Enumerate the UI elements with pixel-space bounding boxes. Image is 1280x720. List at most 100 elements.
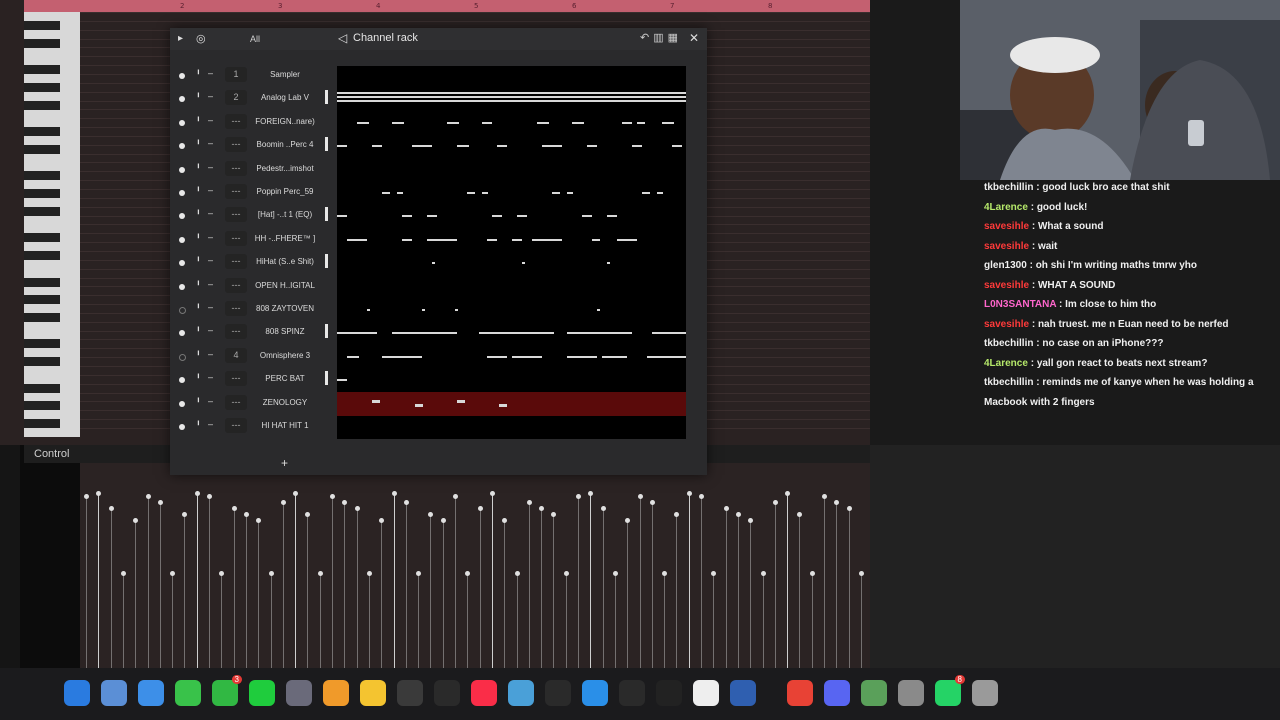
velocity-handle[interactable] xyxy=(342,500,348,505)
step-note[interactable] xyxy=(482,192,488,194)
step-note[interactable] xyxy=(607,215,617,218)
channel-mute-led[interactable] xyxy=(179,260,185,267)
velocity-bar[interactable] xyxy=(442,520,444,668)
velocity-bar[interactable] xyxy=(245,514,247,668)
channel-pan-knob[interactable]: – xyxy=(208,419,213,429)
channel-pan-knob[interactable]: – xyxy=(208,372,213,382)
channel-select-indicator[interactable] xyxy=(325,254,328,269)
channel-mute-led[interactable] xyxy=(179,400,185,407)
channel-row[interactable]: ╹ – --- [Hat] -..t 1 (EQ) xyxy=(170,204,330,227)
velocity-handle[interactable] xyxy=(243,512,249,517)
velocity-bar[interactable] xyxy=(787,493,789,668)
step-note[interactable] xyxy=(522,262,525,265)
step-note[interactable] xyxy=(617,238,637,241)
velocity-handle[interactable] xyxy=(330,494,335,499)
velocity-handle[interactable] xyxy=(625,518,631,523)
channel-mixer-track[interactable]: --- xyxy=(225,137,247,153)
velocity-handle[interactable] xyxy=(735,512,741,517)
velocity-bar[interactable] xyxy=(405,502,407,668)
velocity-bar[interactable] xyxy=(565,573,567,668)
velocity-handle[interactable] xyxy=(280,500,286,505)
velocity-handle[interactable] xyxy=(797,512,803,517)
velocity-handle[interactable] xyxy=(379,518,385,523)
channel-row[interactable]: ╹ – 4 Omnisphere 3 xyxy=(170,345,330,368)
velocity-bar[interactable] xyxy=(319,573,321,668)
channel-pan-knob[interactable]: – xyxy=(208,115,213,125)
black-key[interactable] xyxy=(24,250,60,260)
channel-pan-knob[interactable]: – xyxy=(208,279,213,289)
channel-name-button[interactable]: OPEN H..IGITAL xyxy=(248,278,322,294)
step-note[interactable] xyxy=(492,215,502,218)
channel-mute-led[interactable] xyxy=(179,73,185,79)
chat-username[interactable]: tkbechillin xyxy=(984,377,1033,388)
channel-volume-knob[interactable]: ╹ xyxy=(196,327,201,336)
black-key[interactable] xyxy=(24,65,60,75)
velocity-handle[interactable] xyxy=(502,518,508,523)
channel-name-button[interactable]: 808 ZAYTOVEN xyxy=(248,301,322,317)
step-note[interactable] xyxy=(567,355,597,358)
velocity-bar[interactable] xyxy=(258,520,260,668)
velocity-handle[interactable] xyxy=(514,571,520,576)
velocity-bar[interactable] xyxy=(541,508,543,668)
velocity-handle[interactable] xyxy=(711,571,717,576)
channel-mixer-track[interactable]: --- xyxy=(225,418,247,433)
velocity-bar[interactable] xyxy=(750,520,752,668)
channel-name-button[interactable]: HH -..FHERE™ ] xyxy=(248,231,322,247)
capcut2-icon[interactable] xyxy=(656,680,682,706)
velocity-bar[interactable] xyxy=(578,496,579,668)
github-icon[interactable] xyxy=(545,680,571,706)
velocity-bar[interactable] xyxy=(344,502,346,668)
step-note[interactable] xyxy=(412,145,432,148)
control-label[interactable]: Control xyxy=(34,448,69,460)
channel-name-button[interactable]: FOREIGN..nare) xyxy=(248,114,322,130)
channel-pan-knob[interactable]: – xyxy=(208,91,213,101)
channel-mute-led[interactable] xyxy=(179,143,185,150)
channel-name-button[interactable]: 808 SPINZ xyxy=(248,324,322,340)
velocity-bar[interactable] xyxy=(418,573,420,668)
channel-mixer-track[interactable]: --- xyxy=(225,277,247,293)
black-key[interactable] xyxy=(24,295,60,305)
velocity-handle[interactable] xyxy=(539,506,545,511)
chat-username[interactable]: savesihle xyxy=(984,241,1029,252)
channel-row[interactable]: ╹ – --- PERC BAT xyxy=(170,368,330,391)
step-note[interactable] xyxy=(622,121,632,124)
velocity-bar[interactable] xyxy=(614,573,616,668)
chat-username[interactable]: 4Larence xyxy=(984,358,1028,369)
step-note[interactable] xyxy=(432,262,435,265)
velocity-handle[interactable] xyxy=(108,506,114,511)
velocity-handle[interactable] xyxy=(428,512,434,517)
step-note[interactable] xyxy=(382,355,422,358)
channel-pan-knob[interactable]: – xyxy=(208,396,213,406)
swing-knob-icon[interactable]: ◎ xyxy=(196,32,206,45)
step-note[interactable] xyxy=(662,121,674,124)
channel-row[interactable]: ╹ – --- FOREIGN..nare) xyxy=(170,111,330,134)
channel-volume-knob[interactable]: ╹ xyxy=(196,257,201,266)
velocity-bar[interactable] xyxy=(860,573,862,668)
channel-mixer-track[interactable]: --- xyxy=(225,324,247,340)
channel-select-indicator[interactable] xyxy=(325,207,328,222)
capcut-icon[interactable] xyxy=(434,680,460,706)
settings-icon[interactable] xyxy=(898,680,924,706)
step-note[interactable] xyxy=(397,192,403,194)
filter-group-select[interactable]: All xyxy=(250,34,260,44)
step-note[interactable] xyxy=(337,145,347,148)
channel-mixer-track[interactable]: --- xyxy=(225,207,247,223)
channel-mixer-track[interactable]: 1 xyxy=(225,67,247,82)
velocity-handle[interactable] xyxy=(563,571,569,576)
step-note[interactable] xyxy=(567,192,573,194)
velocity-bar[interactable] xyxy=(811,573,813,668)
velocity-handle[interactable] xyxy=(649,500,655,505)
channel-name-button[interactable]: Pedestr...imshot xyxy=(248,161,322,177)
velocity-handle[interactable] xyxy=(723,506,729,511)
black-key[interactable] xyxy=(24,127,60,137)
velocity-bar[interactable] xyxy=(159,502,161,668)
black-key[interactable] xyxy=(24,100,60,110)
channel-mixer-track[interactable]: --- xyxy=(225,160,247,176)
channel-volume-knob[interactable]: ╹ xyxy=(196,351,201,360)
channel-volume-knob[interactable]: ╹ xyxy=(196,117,201,126)
close-icon[interactable]: ✕ xyxy=(689,31,699,45)
velocity-bar[interactable] xyxy=(516,573,518,668)
channel-name-button[interactable]: Analog Lab V xyxy=(248,90,322,106)
channel-mute-led[interactable] xyxy=(179,283,185,290)
step-note[interactable] xyxy=(572,121,584,124)
